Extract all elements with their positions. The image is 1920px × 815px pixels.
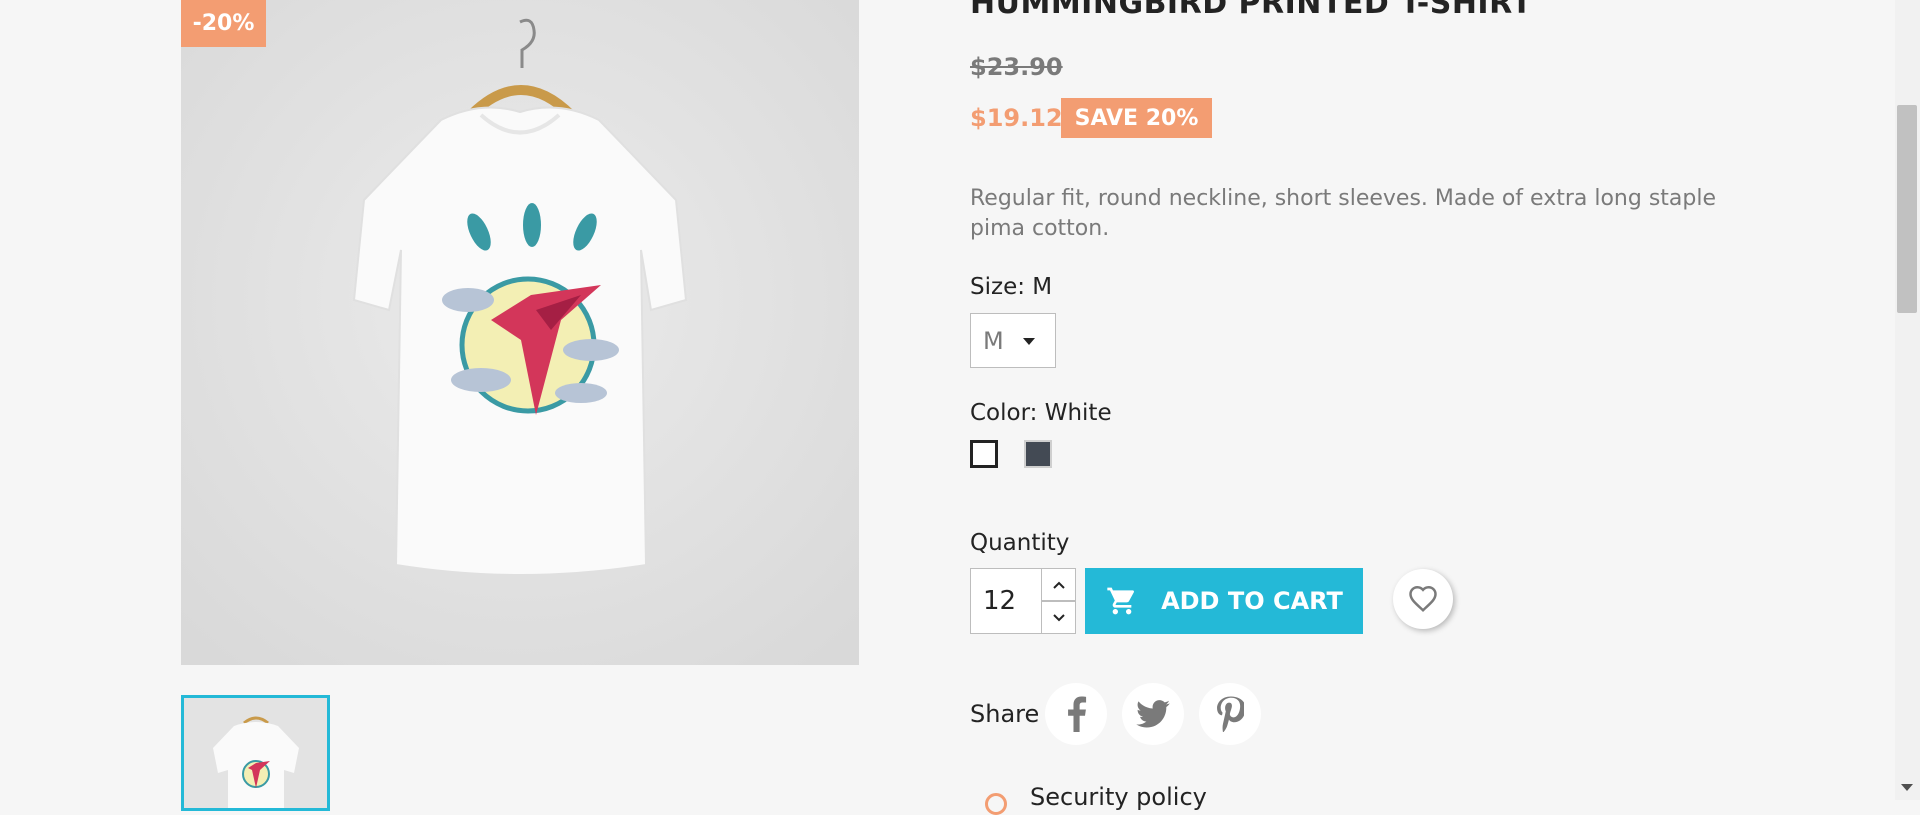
current-price: $19.12 xyxy=(970,104,1063,132)
size-label: Size: M xyxy=(970,274,1052,300)
size-select-value: M xyxy=(983,326,1004,355)
heart-icon xyxy=(1409,585,1437,612)
caret-down-icon xyxy=(1023,338,1035,345)
wishlist-button[interactable] xyxy=(1393,569,1453,629)
tshirt-thumbnail-image xyxy=(184,698,327,808)
product-thumbnail[interactable] xyxy=(181,695,330,811)
add-to-cart-label: ADD TO CART xyxy=(1161,587,1343,615)
share-pinterest-button[interactable] xyxy=(1199,683,1261,745)
twitter-icon xyxy=(1136,700,1170,728)
cart-icon xyxy=(1107,587,1135,615)
quantity-label: Quantity xyxy=(970,530,1070,556)
color-swatch-grey[interactable] xyxy=(1024,440,1052,468)
product-main-image[interactable] xyxy=(181,0,859,665)
scroll-down-arrow-icon[interactable] xyxy=(1901,784,1913,791)
regular-price: $23.90 xyxy=(970,53,1063,81)
security-icon xyxy=(985,793,1007,815)
quantity-input[interactable]: 12 xyxy=(970,568,1042,634)
color-label-value: White xyxy=(1044,400,1112,426)
product-title: HUMMINGBIRD PRINTED T-SHIRT xyxy=(970,0,1533,21)
facebook-icon xyxy=(1068,696,1087,732)
color-label: Color: White xyxy=(970,400,1112,426)
chevron-up-icon xyxy=(1052,581,1065,589)
size-label-prefix: Size: xyxy=(970,274,1033,300)
quantity-decrease-button[interactable] xyxy=(1041,601,1076,634)
product-description: Regular fit, round neckline, short sleev… xyxy=(970,186,1717,241)
share-label: Share xyxy=(970,700,1040,728)
quantity-value: 12 xyxy=(983,586,1017,616)
discount-flag: -20% xyxy=(181,0,266,47)
share-twitter-button[interactable] xyxy=(1122,683,1184,745)
save-badge: SAVE 20% xyxy=(1061,98,1212,138)
chevron-down-icon xyxy=(1052,613,1065,621)
quantity-increase-button[interactable] xyxy=(1041,568,1076,601)
color-label-prefix: Color: xyxy=(970,400,1045,426)
scrollbar-thumb[interactable] xyxy=(1897,105,1917,313)
color-swatch-white[interactable] xyxy=(970,440,998,468)
size-select[interactable]: M xyxy=(970,313,1056,368)
size-label-value: M xyxy=(1032,274,1053,300)
security-policy-label: Security policy xyxy=(1030,783,1207,811)
tshirt-image xyxy=(181,0,859,665)
share-facebook-button[interactable] xyxy=(1045,683,1107,745)
pinterest-icon xyxy=(1217,696,1244,732)
add-to-cart-button[interactable]: ADD TO CART xyxy=(1085,568,1363,634)
